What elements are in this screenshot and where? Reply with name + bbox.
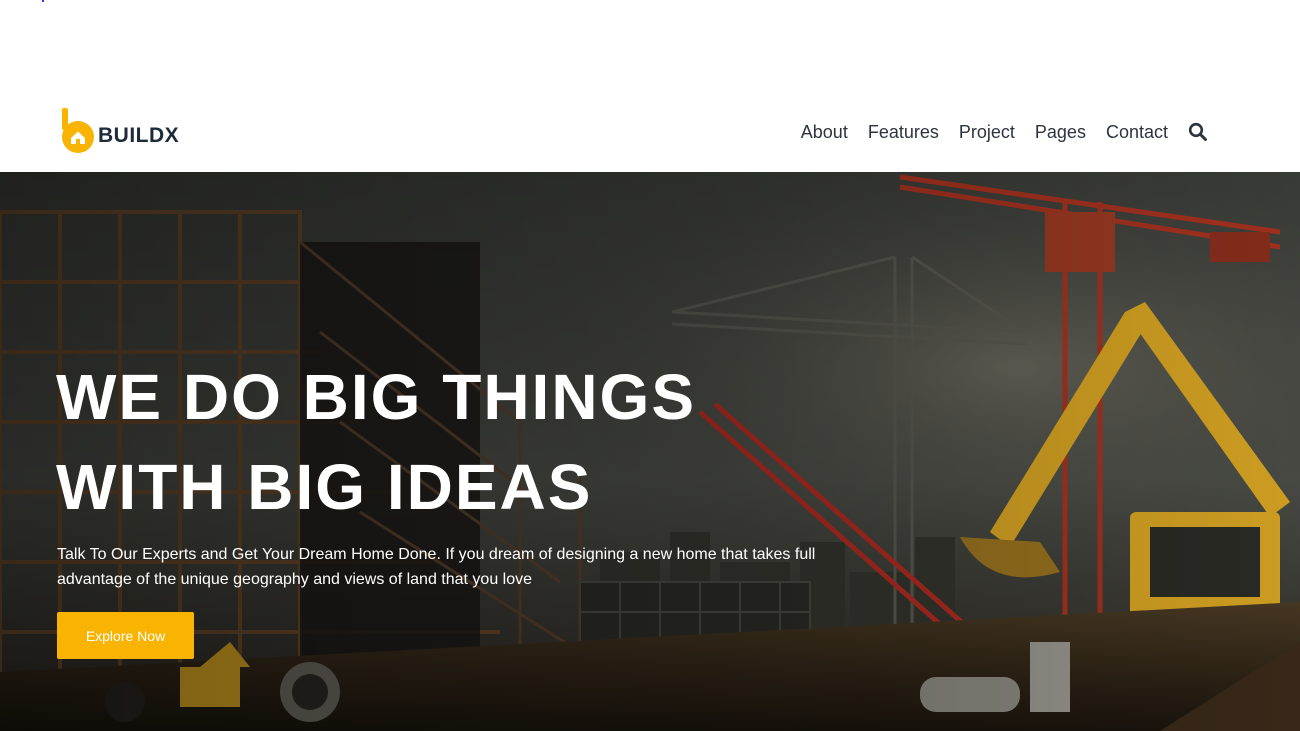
main-nav: About Features Project Pages Contact bbox=[801, 92, 1208, 172]
logo[interactable]: BUILDX bbox=[57, 108, 179, 154]
nav-contact[interactable]: Contact bbox=[1106, 122, 1168, 143]
nav-project[interactable]: Project bbox=[959, 122, 1015, 143]
site-header: BUILDX About Features Project Pages Cont… bbox=[0, 92, 1300, 172]
top-dot bbox=[42, 0, 44, 2]
search-icon[interactable] bbox=[1188, 122, 1208, 142]
nav-about[interactable]: About bbox=[801, 122, 848, 143]
hero-title: WE DO BIG THINGS WITH BIG IDEAS bbox=[56, 352, 876, 532]
page: BUILDX About Features Project Pages Cont… bbox=[0, 0, 1300, 731]
nav-pages[interactable]: Pages bbox=[1035, 122, 1086, 143]
hero-title-line-1: WE DO BIG THINGS bbox=[56, 361, 696, 433]
nav-features[interactable]: Features bbox=[868, 122, 939, 143]
hero-title-line-2: WITH BIG IDEAS bbox=[56, 451, 593, 523]
house-logo-icon bbox=[57, 108, 99, 154]
hero-section: WE DO BIG THINGS WITH BIG IDEAS Talk To … bbox=[0, 172, 1300, 731]
explore-now-button[interactable]: Explore Now bbox=[57, 612, 194, 659]
hero-description: Talk To Our Experts and Get Your Dream H… bbox=[57, 546, 816, 588]
brand-name: BUILDX bbox=[98, 124, 180, 147]
